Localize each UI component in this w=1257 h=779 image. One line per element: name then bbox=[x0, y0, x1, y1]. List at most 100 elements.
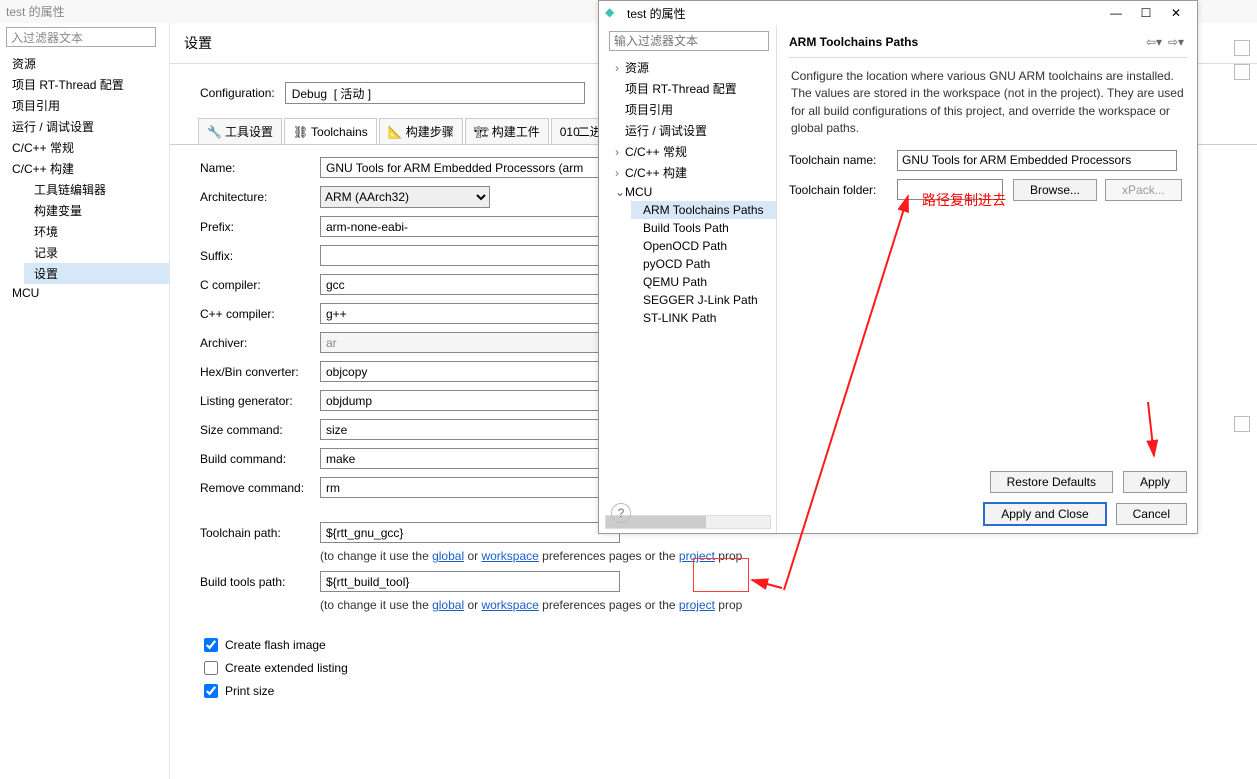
binary-icon: 010 bbox=[560, 125, 574, 139]
minimize-button[interactable]: — bbox=[1101, 3, 1131, 23]
toolstrip-icon-3[interactable] bbox=[1234, 416, 1250, 432]
right-toolstrip bbox=[1227, 40, 1257, 432]
tree-settings[interactable]: 设置 bbox=[24, 263, 169, 284]
tree-mcu[interactable]: MCU bbox=[2, 284, 169, 302]
d2-tree-cc-build[interactable]: C/C++ 构建 bbox=[603, 162, 776, 183]
cc-label: C compiler: bbox=[200, 278, 320, 292]
lst-field[interactable] bbox=[320, 390, 620, 411]
tc-name-label: Toolchain name: bbox=[789, 153, 897, 167]
workspace-link[interactable]: workspace bbox=[481, 549, 538, 563]
suffix-label: Suffix: bbox=[200, 249, 320, 263]
annotation-red-box bbox=[693, 558, 749, 592]
tab-toolchains[interactable]: ⛓Toolchains bbox=[284, 118, 377, 144]
tree-toolchain-editor[interactable]: 工具链编辑器 bbox=[24, 179, 169, 200]
ar-field bbox=[320, 332, 620, 353]
back-left-sidebar: 资源 项目 RT-Thread 配置 项目引用 运行 / 调试设置 C/C++ … bbox=[0, 23, 170, 779]
tab-build-artifact[interactable]: 🏗构建工件 bbox=[465, 118, 549, 144]
size-field[interactable] bbox=[320, 419, 620, 440]
apply-button[interactable]: Apply bbox=[1123, 471, 1187, 493]
close-button[interactable]: ✕ bbox=[1161, 3, 1191, 23]
dialog-app-icon: ◆ bbox=[605, 5, 621, 21]
tree-projref[interactable]: 项目引用 bbox=[2, 95, 169, 116]
dialog-title: test 的属性 bbox=[627, 5, 686, 22]
btpath-field[interactable] bbox=[320, 571, 620, 592]
tab-build-steps[interactable]: 📐构建步骤 bbox=[379, 118, 463, 144]
browse-button[interactable]: Browse... bbox=[1013, 179, 1097, 201]
tab-tool-settings[interactable]: 🔧工具设置 bbox=[198, 118, 282, 144]
lst-label: Listing generator: bbox=[200, 394, 320, 408]
d2-pyocd-path[interactable]: pyOCD Path bbox=[631, 255, 776, 273]
apply-and-close-button[interactable]: Apply and Close bbox=[984, 503, 1105, 525]
d2-qemu-path[interactable]: QEMU Path bbox=[631, 273, 776, 291]
tcpath-label: Toolchain path: bbox=[200, 526, 320, 540]
tree-runconfig[interactable]: 运行 / 调试设置 bbox=[2, 116, 169, 137]
d2-arm-toolchains-paths[interactable]: ARM Toolchains Paths bbox=[631, 201, 776, 219]
tree-resource[interactable]: 资源 bbox=[2, 53, 169, 74]
tree-record[interactable]: 记录 bbox=[24, 242, 169, 263]
prefix-field[interactable] bbox=[320, 216, 620, 237]
d2-tree-runconf[interactable]: 运行 / 调试设置 bbox=[603, 120, 776, 141]
d2-description: Configure the location where various GNU… bbox=[789, 58, 1187, 150]
arm-toolchains-dialog: ◆ test 的属性 — ☐ ✕ 资源 项目 RT-Thread 配置 项目引用… bbox=[598, 0, 1198, 534]
rm-label: Remove command: bbox=[200, 481, 320, 495]
d2-tree-cc-general[interactable]: C/C++ 常规 bbox=[603, 141, 776, 162]
global-link[interactable]: global bbox=[432, 549, 464, 563]
toolstrip-icon-2[interactable] bbox=[1234, 64, 1250, 80]
suffix-field[interactable] bbox=[320, 245, 620, 266]
d2-tree-mcu[interactable]: MCU bbox=[603, 183, 776, 201]
d2-tree-resource[interactable]: 资源 bbox=[603, 57, 776, 78]
cxx-field[interactable] bbox=[320, 303, 620, 324]
hex-label: Hex/Bin converter: bbox=[200, 365, 320, 379]
toolstrip-icon-1[interactable] bbox=[1234, 40, 1250, 56]
arch-select[interactable]: ARM (AArch32) bbox=[320, 186, 490, 208]
chain-icon: ⛓ bbox=[293, 125, 307, 139]
nav-forward-icon[interactable]: ⇨▾ bbox=[1165, 33, 1187, 51]
back-filter-input[interactable] bbox=[6, 27, 156, 47]
xpack-button: xPack... bbox=[1105, 179, 1182, 201]
rm-field[interactable] bbox=[320, 477, 620, 498]
global-link-2[interactable]: global bbox=[432, 598, 464, 612]
tree-cc-general[interactable]: C/C++ 常规 bbox=[2, 137, 169, 158]
tree-build-vars[interactable]: 构建变量 bbox=[24, 200, 169, 221]
build-label: Build command: bbox=[200, 452, 320, 466]
tc-folder-label: Toolchain folder: bbox=[789, 183, 897, 197]
configuration-select[interactable] bbox=[285, 82, 585, 104]
d2-page-title: ARM Toolchains Paths bbox=[789, 35, 1143, 49]
size-label: Size command: bbox=[200, 423, 320, 437]
hex-field[interactable] bbox=[320, 361, 620, 382]
d2-segger-path[interactable]: SEGGER J-Link Path bbox=[631, 291, 776, 309]
tree-rtthread[interactable]: 项目 RT-Thread 配置 bbox=[2, 74, 169, 95]
tcpath-field[interactable] bbox=[320, 522, 620, 543]
help-icon[interactable]: ? bbox=[611, 503, 631, 523]
restore-defaults-button[interactable]: Restore Defaults bbox=[990, 471, 1113, 493]
artifact-icon: 🏗 bbox=[474, 125, 488, 139]
cc-field[interactable] bbox=[320, 274, 620, 295]
build-field[interactable] bbox=[320, 448, 620, 469]
tree-cc-build[interactable]: C/C++ 构建 bbox=[2, 158, 169, 179]
annotation-red-text: 路径复制进去 bbox=[922, 190, 1006, 210]
btpath-hint: (to change it use the global or workspac… bbox=[200, 598, 1237, 612]
d2-build-tools-path[interactable]: Build Tools Path bbox=[631, 219, 776, 237]
wrench-icon: 🔧 bbox=[207, 125, 221, 139]
cb-flash-image[interactable] bbox=[204, 638, 218, 652]
d2-tree-projref[interactable]: 项目引用 bbox=[603, 99, 776, 120]
d2-filter-input[interactable] bbox=[609, 31, 769, 51]
cxx-label: C++ compiler: bbox=[200, 307, 320, 321]
cancel-button[interactable]: Cancel bbox=[1116, 503, 1187, 525]
configuration-label: Configuration: bbox=[200, 86, 275, 100]
workspace-link-2[interactable]: workspace bbox=[481, 598, 538, 612]
nav-back-icon[interactable]: ⇦▾ bbox=[1143, 33, 1165, 51]
d2-tree-rtthread[interactable]: 项目 RT-Thread 配置 bbox=[603, 78, 776, 99]
maximize-button[interactable]: ☐ bbox=[1131, 3, 1161, 23]
d2-stlink-path[interactable]: ST-LINK Path bbox=[631, 309, 776, 327]
cb-print-size[interactable] bbox=[204, 684, 218, 698]
cb-extended-listing-label: Create extended listing bbox=[225, 661, 348, 675]
tree-env[interactable]: 环境 bbox=[24, 221, 169, 242]
cb-extended-listing[interactable] bbox=[204, 661, 218, 675]
name-field[interactable] bbox=[320, 157, 620, 178]
cb-print-size-label: Print size bbox=[225, 684, 274, 698]
project-link-2[interactable]: project bbox=[679, 598, 715, 612]
ar-label: Archiver: bbox=[200, 336, 320, 350]
tc-name-field[interactable] bbox=[897, 150, 1177, 171]
d2-openocd-path[interactable]: OpenOCD Path bbox=[631, 237, 776, 255]
